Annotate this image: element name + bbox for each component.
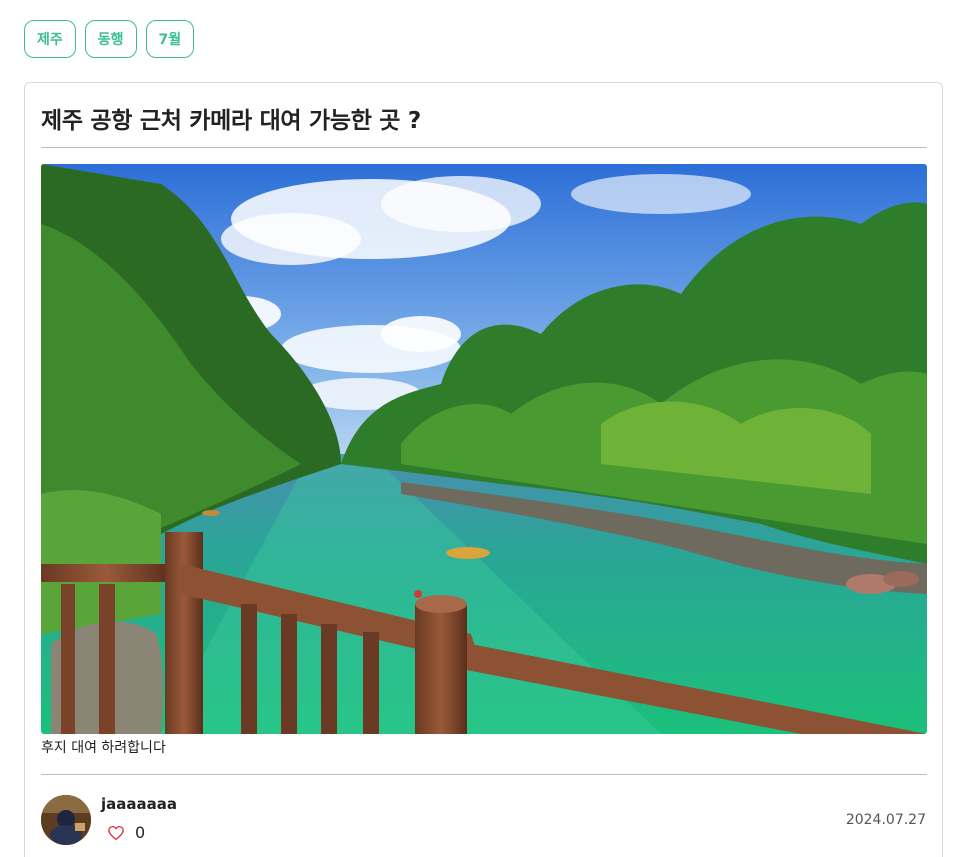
body-divider <box>41 774 927 775</box>
post-body: 후지 대여 하려합니다 <box>41 740 166 756</box>
like-count: 0 <box>135 823 146 842</box>
post-card: 제주 공항 근처 카메라 대여 가능한 곳 ? 후지 대여 하려합니다 jaaa… <box>24 82 943 857</box>
tag-companion[interactable]: 동행 <box>84 20 137 58</box>
tag-list: 제주 동행 7월 <box>24 20 195 58</box>
post-title: 제주 공항 근처 카메라 대여 가능한 곳 ? <box>41 108 421 134</box>
author-name[interactable]: jaaaaaaa <box>101 795 177 813</box>
post-date: 2024.07.27 <box>845 812 926 828</box>
tag-jeju[interactable]: 제주 <box>24 20 76 58</box>
title-divider <box>41 147 927 148</box>
like-row: 0 <box>107 823 145 842</box>
post-image[interactable] <box>41 164 927 734</box>
tag-july[interactable]: 7월 <box>145 20 195 58</box>
heart-outline-icon[interactable] <box>107 824 125 842</box>
author-avatar[interactable] <box>41 795 91 845</box>
